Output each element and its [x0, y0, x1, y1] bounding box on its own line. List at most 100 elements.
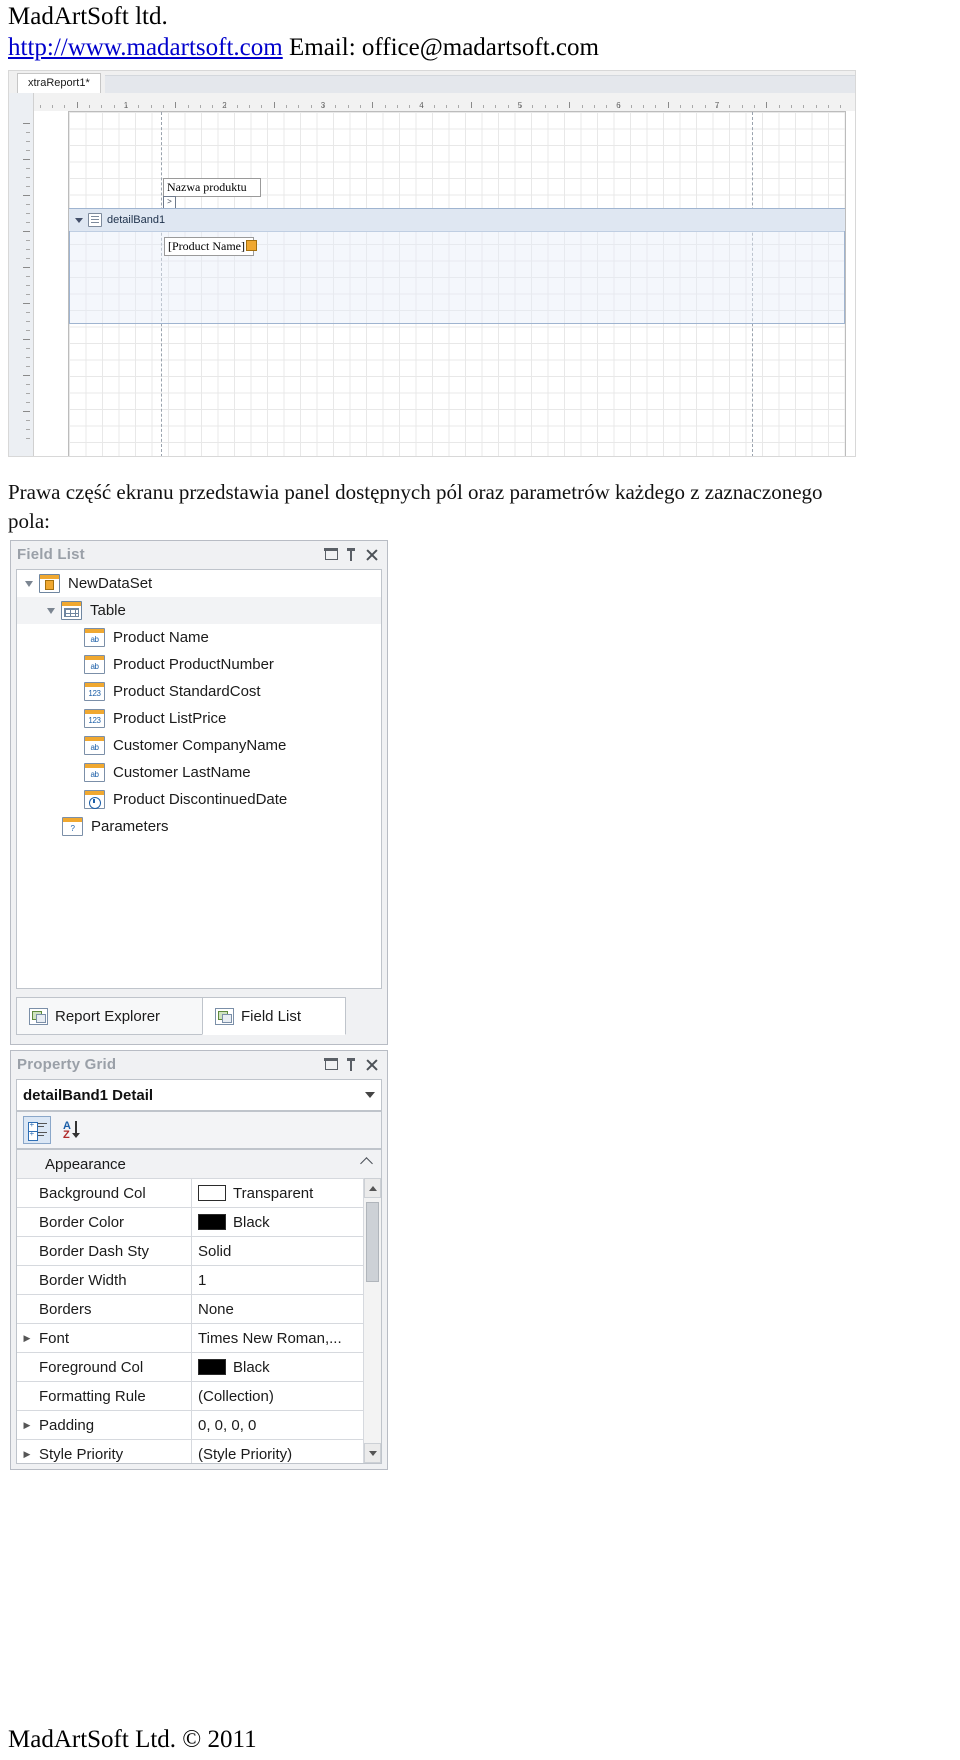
property-row[interactable]: Border Color Black	[17, 1208, 381, 1237]
tree-item[interactable]: ab Product Name	[17, 624, 381, 651]
tree-item[interactable]: 123 Product StandardCost	[17, 678, 381, 705]
tree-expander-icon[interactable]	[47, 607, 55, 614]
property-row[interactable]: Foreground Col Black	[17, 1353, 381, 1382]
color-swatch	[198, 1359, 226, 1375]
property-name: Formatting Rule	[39, 1387, 146, 1405]
property-row[interactable]: Borders None	[17, 1295, 381, 1324]
tree-item[interactable]: Product DiscontinuedDate	[17, 786, 381, 813]
ruler-tick	[23, 267, 30, 268]
pg-close-button[interactable]	[361, 1055, 381, 1073]
color-swatch	[198, 1214, 226, 1230]
tree-item-label: Product Name	[113, 629, 209, 646]
close-button[interactable]	[361, 545, 381, 563]
chevron-down-icon[interactable]	[365, 1092, 375, 1098]
pin-button[interactable]	[341, 545, 361, 563]
property-grid-scrollbar[interactable]	[363, 1178, 381, 1463]
property-row[interactable]: ▶ Style Priority (Style Priority)	[17, 1440, 381, 1463]
property-name: Border Dash Sty	[39, 1242, 150, 1260]
alphabetical-sort-button[interactable]: A Z	[61, 1117, 87, 1143]
detail-band-body[interactable]: [Product Name]	[69, 231, 845, 324]
tab-report-explorer[interactable]: Report Explorer	[16, 997, 222, 1035]
property-row[interactable]: Background Col Transparent	[17, 1179, 381, 1208]
sort-z-letter: Z	[63, 1129, 70, 1141]
property-rows-container[interactable]: Appearance Background Col Transparent Bord…	[16, 1149, 382, 1464]
ruler-tick	[26, 276, 30, 277]
ruler-tick	[655, 105, 657, 108]
tab-field-list[interactable]: Field List	[202, 997, 346, 1035]
property-value[interactable]: Times New Roman,...	[191, 1324, 381, 1352]
property-value[interactable]: 0, 0, 0, 0	[191, 1411, 381, 1439]
ruler-tick	[446, 105, 448, 108]
band-collapse-caret[interactable]	[75, 217, 83, 223]
scroll-down-button[interactable]	[364, 1443, 381, 1463]
tree-expander-icon[interactable]	[25, 580, 33, 587]
ruler-tick	[458, 105, 460, 108]
property-row[interactable]: Border Dash Sty Solid	[17, 1237, 381, 1266]
field-list-tree[interactable]: NewDataSet Table ab Product Name ab Product P…	[16, 569, 382, 989]
string-field-icon: ab	[84, 655, 105, 674]
property-value-text: Black	[233, 1213, 270, 1231]
tree-item[interactable]: 123 Product ListPrice	[17, 705, 381, 732]
report-designer-screenshot: xtraReport1* 1 2 3 4 5 6 7 Nazwa produktu > de…	[8, 70, 856, 457]
tab-xtrareport1[interactable]: xtraReport1*	[17, 73, 101, 93]
detail-band-header[interactable]: detailBand1	[69, 208, 845, 232]
property-name: Padding	[39, 1416, 95, 1434]
property-value[interactable]: Black	[191, 1208, 381, 1236]
property-row[interactable]: Formatting Rule (Collection)	[17, 1382, 381, 1411]
pg-restore-button[interactable]	[321, 1055, 341, 1073]
tree-item[interactable]: ab Product ProductNumber	[17, 651, 381, 678]
field-control-product-name[interactable]: [Product Name]	[164, 237, 254, 256]
categorized-view-button[interactable]	[23, 1116, 51, 1144]
property-value[interactable]: Black	[191, 1353, 381, 1381]
tree-item[interactable]: Table	[17, 597, 381, 624]
smart-tag-orange-icon[interactable]	[246, 240, 257, 251]
object-selector-dropdown[interactable]: detailBand1 Detail	[16, 1079, 382, 1111]
property-row[interactable]: Border Width 1	[17, 1266, 381, 1295]
ruler-tick	[138, 105, 140, 108]
property-value[interactable]: 1	[191, 1266, 381, 1294]
arrow-up-icon	[368, 1185, 377, 1191]
ruler-tick	[23, 411, 30, 412]
property-value[interactable]: (Style Priority)	[191, 1440, 381, 1463]
tree-item[interactable]: NewDataSet	[17, 570, 381, 597]
tree-item[interactable]: ab Customer LastName	[17, 759, 381, 786]
ruler-tick	[335, 105, 337, 108]
label-control-nazwa-produktu[interactable]: Nazwa produktu	[163, 178, 261, 197]
ruler-tick	[753, 105, 755, 108]
ruler-tick	[273, 102, 275, 108]
website-link[interactable]: http://www.madartsoft.com	[8, 34, 283, 61]
ruler-tick	[396, 105, 398, 108]
scroll-up-button[interactable]	[364, 1178, 381, 1198]
tree-item[interactable]: ab Customer CompanyName	[17, 732, 381, 759]
property-category-appearance[interactable]: Appearance	[17, 1150, 381, 1179]
scrollbar-thumb[interactable]	[366, 1202, 379, 1282]
chevron-up-icon[interactable]	[360, 1157, 373, 1170]
property-row[interactable]: ▶ Font Times New Roman,...	[17, 1324, 381, 1353]
pg-pin-button[interactable]	[341, 1055, 361, 1073]
property-value[interactable]: None	[191, 1295, 381, 1323]
property-value[interactable]: Solid	[191, 1237, 381, 1265]
ruler-tick	[26, 285, 30, 286]
ruler-tick	[26, 366, 30, 367]
ruler-tick	[359, 105, 361, 108]
property-value[interactable]: (Collection)	[191, 1382, 381, 1410]
restore-button[interactable]	[321, 545, 341, 563]
property-row[interactable]: ▶ Padding 0, 0, 0, 0	[17, 1411, 381, 1440]
ruler-tick	[26, 168, 30, 169]
property-expander-icon[interactable]: ▶	[17, 1333, 37, 1344]
tree-item[interactable]: ? Parameters	[17, 813, 381, 840]
ruler-tick	[236, 105, 238, 108]
property-name: Background Col	[39, 1184, 146, 1202]
ruler-tick	[26, 177, 30, 178]
property-expander-icon[interactable]: ▶	[17, 1449, 37, 1460]
tabstrip-filler	[105, 75, 855, 94]
property-expander-icon[interactable]: ▶	[17, 1420, 37, 1431]
property-value[interactable]: Transparent	[191, 1179, 381, 1207]
property-name: Border Color	[39, 1213, 125, 1231]
property-value-text: 0, 0, 0, 0	[198, 1416, 257, 1434]
band-icon	[88, 213, 102, 227]
field-list-panel: Field List NewDataSet Table ab Product Name…	[10, 540, 388, 1045]
field-list-title: Field List	[17, 545, 85, 563]
report-canvas[interactable]: Nazwa produktu > detailBand1 [Product Na…	[34, 111, 855, 456]
report-page-surface[interactable]: Nazwa produktu > detailBand1 [Product Na…	[68, 111, 846, 456]
